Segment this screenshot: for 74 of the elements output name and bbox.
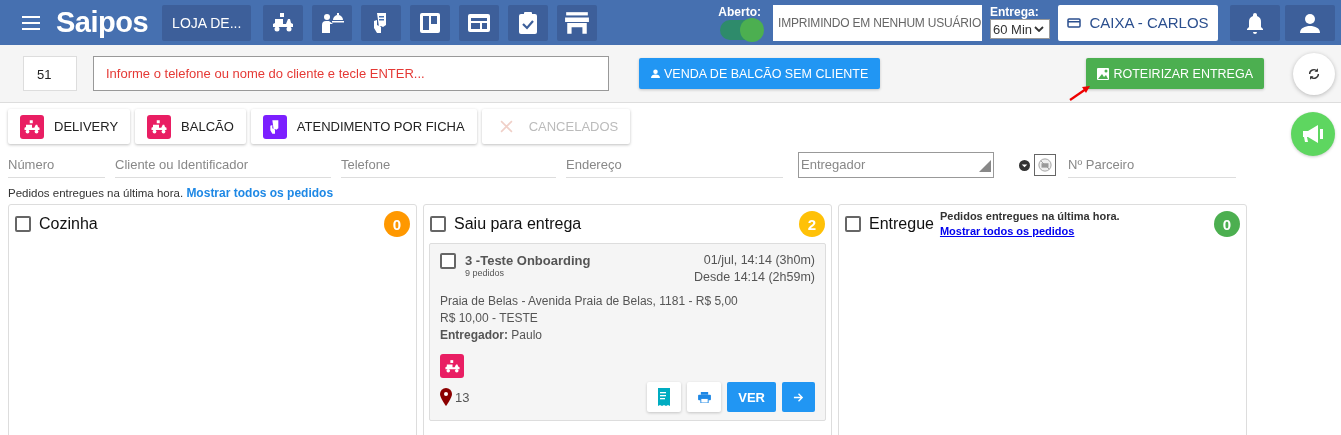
column-note: Pedidos entregues na última hora.: [939, 209, 1120, 224]
waiter-icon: [320, 10, 345, 35]
card-icon: [1067, 17, 1082, 28]
stop-count: 13: [455, 389, 470, 405]
print-button[interactable]: [687, 382, 722, 412]
customer-search-field[interactable]: Informe o telefone ou nome do cliente e tecle ENTER...: [93, 56, 609, 91]
order-type-tab[interactable]: BALCÃO: [135, 109, 246, 144]
printer-icon: [697, 391, 711, 403]
camera-off-icon: [1038, 158, 1052, 172]
user-button[interactable]: [1285, 4, 1335, 41]
filter-field[interactable]: Número: [8, 152, 105, 178]
show-all-link[interactable]: Mostrar todos os pedidos: [186, 186, 334, 200]
scooter-icon: [440, 354, 464, 378]
checkbox[interactable]: [845, 216, 861, 232]
column-title: Entregue: [869, 215, 934, 233]
order-type-tab[interactable]: ATENDIMENTO POR FICHA: [250, 109, 477, 144]
receipt-icon: [262, 114, 287, 139]
close-icon: [499, 120, 513, 133]
notice-text: Pedidos entregues na última hora. Mostrar todos os pedidos: [8, 186, 335, 200]
count-badge: 0: [384, 211, 410, 237]
store-button[interactable]: LOJA DE...: [162, 4, 252, 41]
checkbox[interactable]: [15, 216, 31, 232]
menu-icon[interactable]: [22, 15, 40, 30]
store-icon: [564, 9, 591, 36]
image-icon: [1097, 67, 1110, 80]
checkbox[interactable]: [440, 253, 456, 269]
logo: Saipos: [56, 6, 149, 39]
caret-icon: [1034, 26, 1045, 32]
arrow-right-icon: [793, 391, 804, 403]
scooter-icon: [147, 114, 172, 139]
count-badge: 0: [1214, 211, 1240, 237]
nav-button[interactable]: [508, 4, 549, 41]
refresh-button[interactable]: [1293, 52, 1335, 95]
annotation-arrow: [1068, 84, 1093, 102]
order-date: 01/jul, 14:14 (3h0m): [703, 253, 815, 267]
location-pin-icon: [440, 388, 452, 406]
filter-field[interactable]: Cliente ou Identificador: [115, 152, 331, 178]
filter-field[interactable]: Telefone: [341, 152, 556, 178]
nav-button[interactable]: [410, 4, 451, 41]
nav-button[interactable]: [459, 4, 500, 41]
order-elapsed: Desde 14:14 (2h59m): [694, 270, 815, 284]
receipt-icon: [658, 388, 671, 406]
camera-off-button[interactable]: [1034, 154, 1056, 176]
show-all-link[interactable]: Mostrar todos os pedidos: [939, 224, 1120, 239]
nav-button[interactable]: [361, 4, 402, 41]
filter-field[interactable]: Endereço: [566, 152, 783, 178]
nav-button[interactable]: [557, 4, 598, 41]
scooter-icon: [20, 114, 44, 139]
delivery-time-label: Entrega:: [990, 6, 1039, 19]
order-value: R$ 10,00 - TESTE: [440, 310, 538, 327]
count-badge: 2: [799, 211, 825, 237]
receipt-button[interactable]: [647, 382, 682, 412]
column-title: Cozinha: [39, 215, 98, 233]
order-courier: Entregador: Paulo: [440, 327, 543, 344]
column-title: Saiu para entrega: [454, 215, 582, 233]
order-number-field[interactable]: 51: [23, 56, 77, 91]
order-address: Praia de Belas - Avenida Praia de Belas, 1181 - R$ 5,00: [440, 293, 738, 310]
cashier-button[interactable]: CAIXA - CARLOS: [1058, 4, 1218, 41]
dropdown-icon[interactable]: [1019, 159, 1030, 171]
user-icon: [651, 69, 660, 78]
checkbox[interactable]: [430, 216, 446, 232]
megaphone-icon: [1301, 122, 1325, 146]
delivery-time-select[interactable]: 60 Min: [990, 19, 1050, 39]
order-title: 3 -Teste Onboarding: [465, 253, 591, 268]
open-label: Aberto:: [718, 5, 761, 19]
board-icon: [418, 10, 443, 35]
notifications-button[interactable]: [1230, 4, 1280, 41]
refresh-icon: [1307, 66, 1321, 81]
order-type-tab[interactable]: DELIVERY: [8, 109, 131, 144]
order-count: 9 pedidos: [465, 268, 506, 278]
nav-button[interactable]: [312, 4, 353, 41]
filter-field[interactable]: Nº Parceiro: [1068, 152, 1236, 178]
printer-field[interactable]: IMPRIMINDO EM NENHUM USUÁRIO: [773, 4, 982, 41]
nav-button[interactable]: [263, 4, 304, 41]
